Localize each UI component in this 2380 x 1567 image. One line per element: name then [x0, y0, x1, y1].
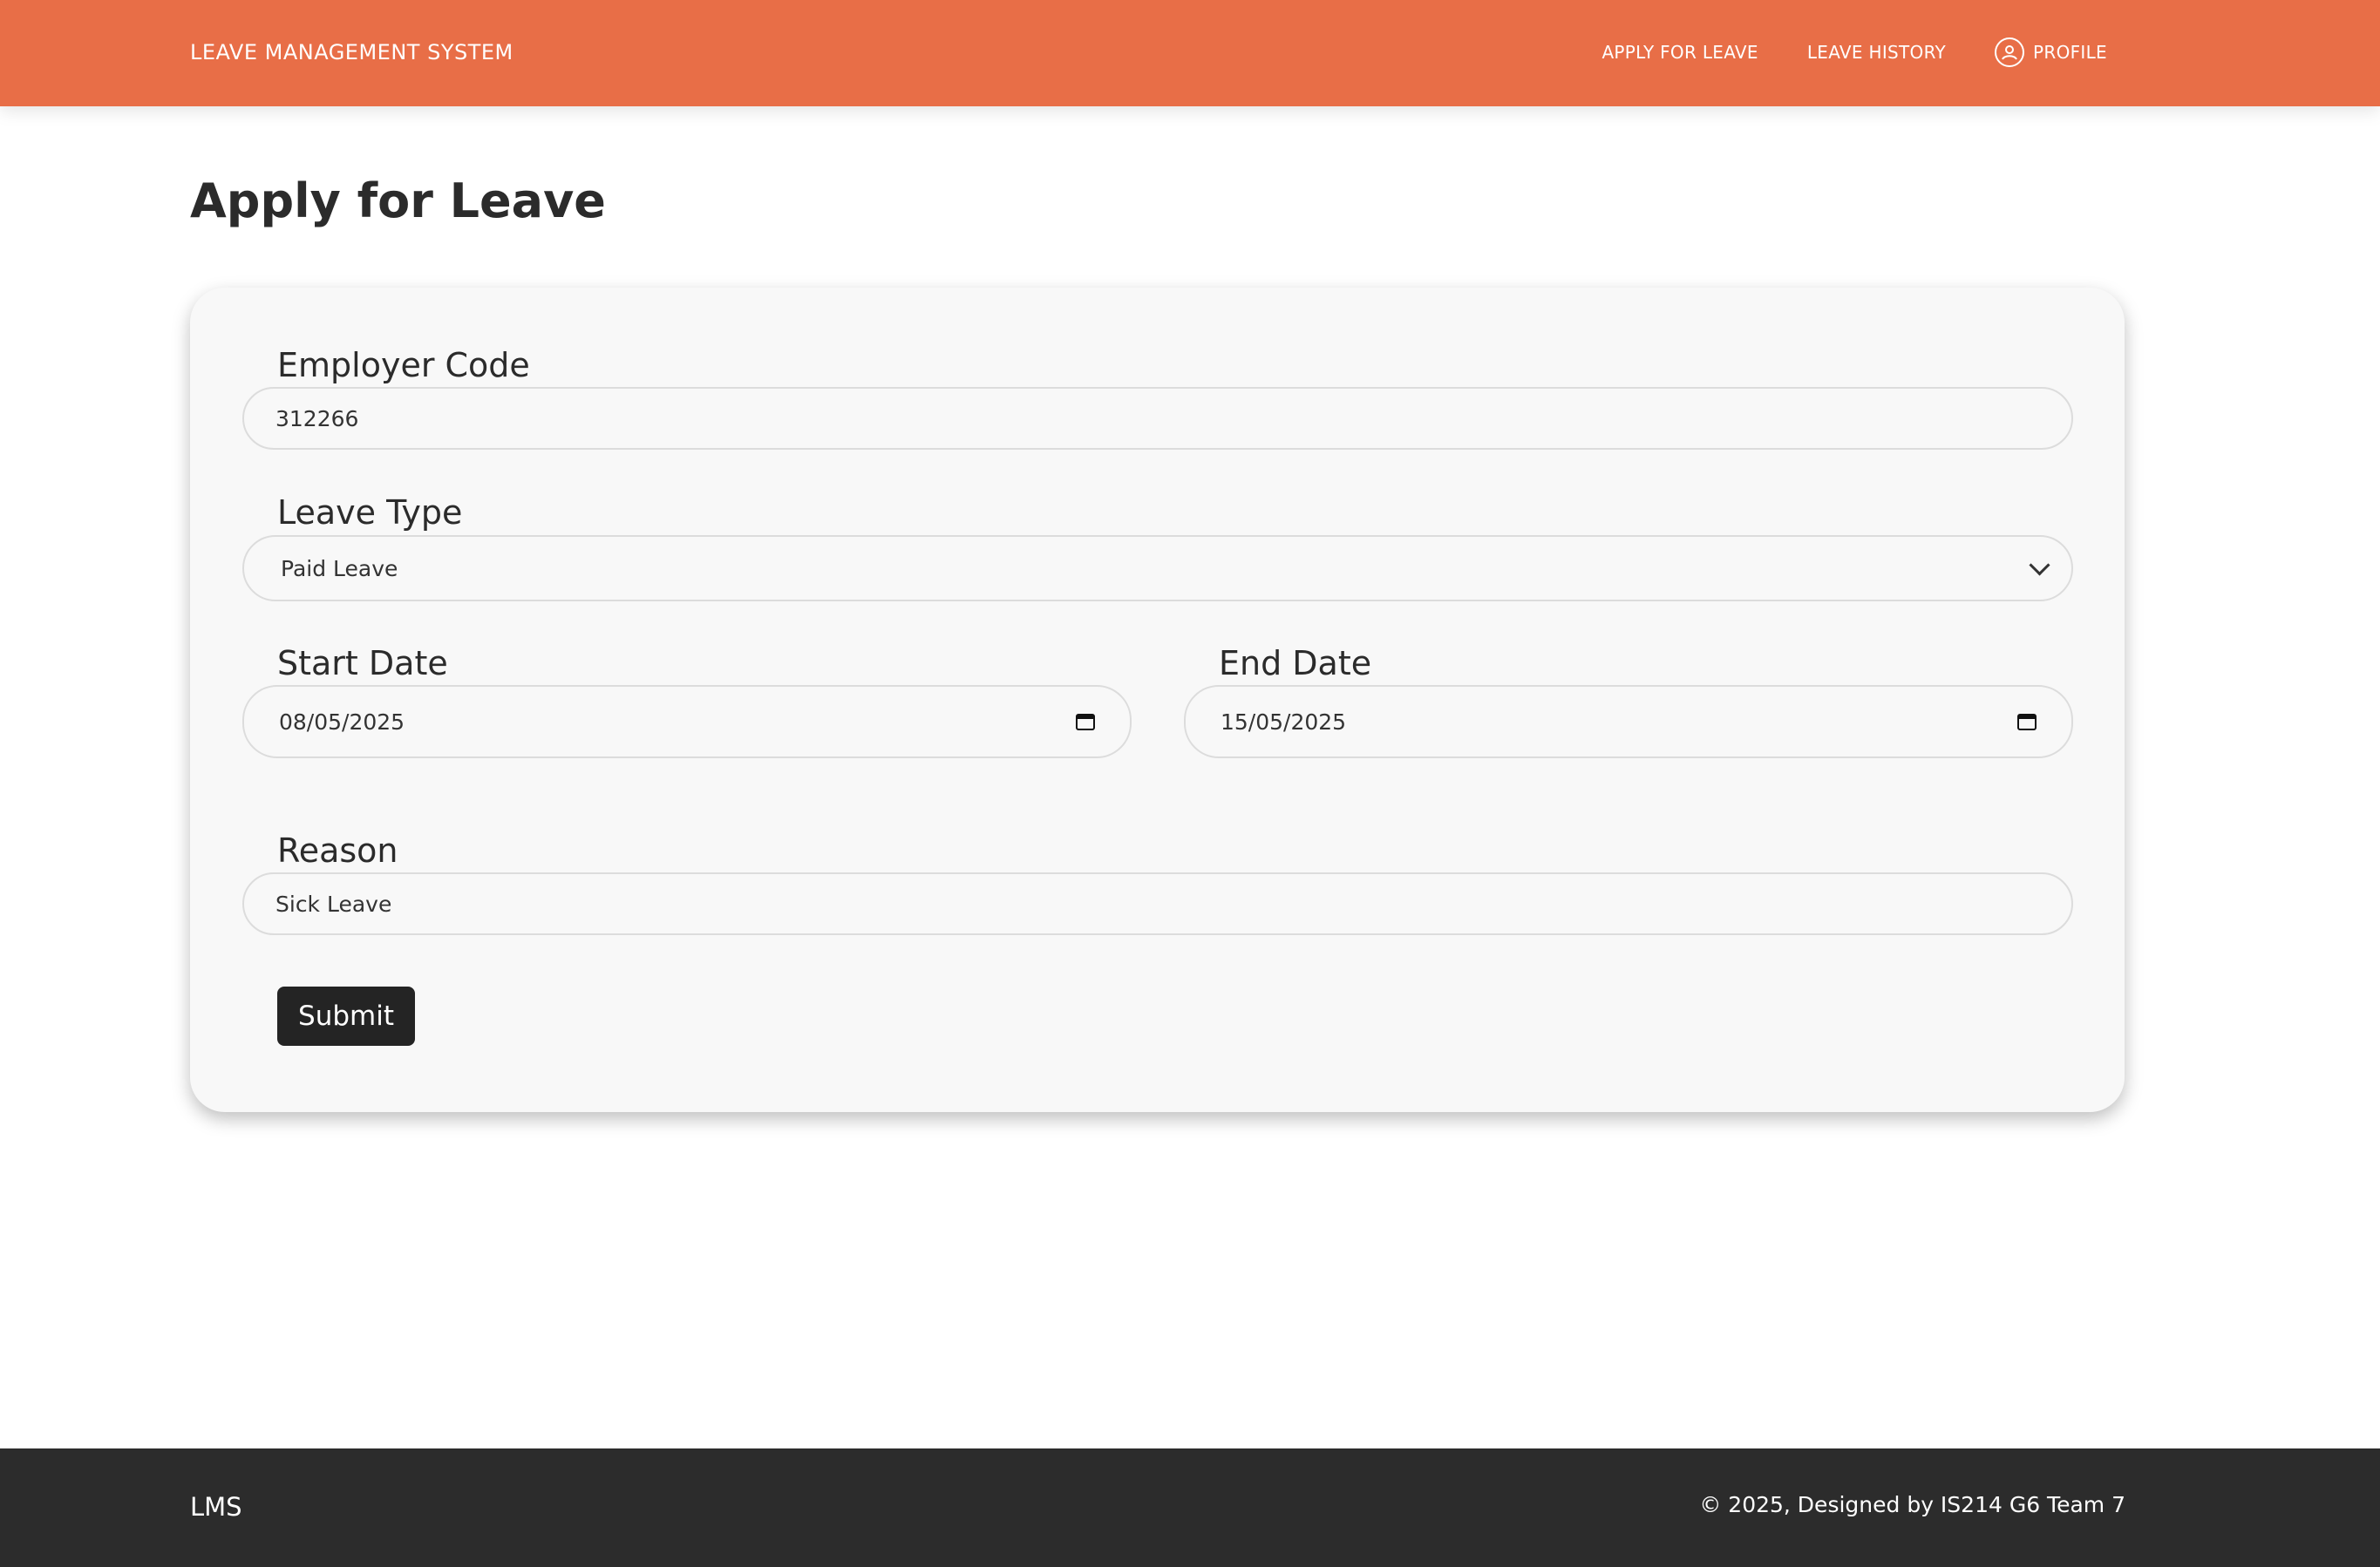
calendar-icon[interactable] [2017, 713, 2037, 730]
start-date-input[interactable]: 08/05/2025 [242, 685, 1132, 758]
start-date-value: 08/05/2025 [279, 709, 405, 735]
start-date-label: Start Date [277, 644, 448, 682]
reason-input[interactable]: Sick Leave [242, 872, 2073, 935]
main-nav: APPLY FOR LEAVE LEAVE HISTORY PROFILE [1601, 31, 2107, 73]
leave-form-card: Employer Code 312266 Leave Type Paid Lea… [190, 288, 2125, 1112]
nav-apply-label: APPLY FOR LEAVE [1601, 42, 1758, 63]
calendar-icon[interactable] [1076, 713, 1095, 730]
end-date-input[interactable]: 15/05/2025 [1184, 685, 2073, 758]
end-date-value: 15/05/2025 [1221, 709, 1347, 735]
nav-profile[interactable]: PROFILE [1995, 37, 2107, 67]
end-date-label: End Date [1219, 644, 1372, 682]
page-title: Apply for Leave [190, 173, 606, 228]
brand-title[interactable]: LEAVE MANAGEMENT SYSTEM [190, 38, 513, 66]
top-navbar: LEAVE MANAGEMENT SYSTEM APPLY FOR LEAVE … [0, 0, 2380, 106]
profile-icon [1995, 37, 2025, 67]
submit-button[interactable]: Submit [277, 987, 415, 1046]
footer-brand: LMS [190, 1492, 242, 1522]
employer-code-value: 312266 [275, 405, 359, 431]
chevron-down-icon [2029, 553, 2050, 576]
employer-code-input[interactable]: 312266 [242, 387, 2073, 450]
reason-value: Sick Leave [275, 891, 392, 917]
nav-leave-history[interactable]: LEAVE HISTORY [1807, 42, 1946, 63]
reason-label: Reason [277, 831, 398, 870]
employer-code-label: Employer Code [277, 346, 530, 384]
nav-history-label: LEAVE HISTORY [1806, 42, 1947, 63]
nav-profile-label: PROFILE [2033, 42, 2107, 63]
nav-apply-for-leave[interactable]: APPLY FOR LEAVE [1601, 42, 1758, 63]
footer-copyright: © 2025, Designed by IS214 G6 Team 7 [1699, 1492, 2125, 1517]
leave-type-label: Leave Type [277, 493, 463, 532]
footer: LMS © 2025, Designed by IS214 G6 Team 7 [0, 1448, 2380, 1567]
leave-type-select[interactable]: Paid Leave [242, 535, 2073, 601]
leave-type-value: Paid Leave [281, 555, 398, 581]
